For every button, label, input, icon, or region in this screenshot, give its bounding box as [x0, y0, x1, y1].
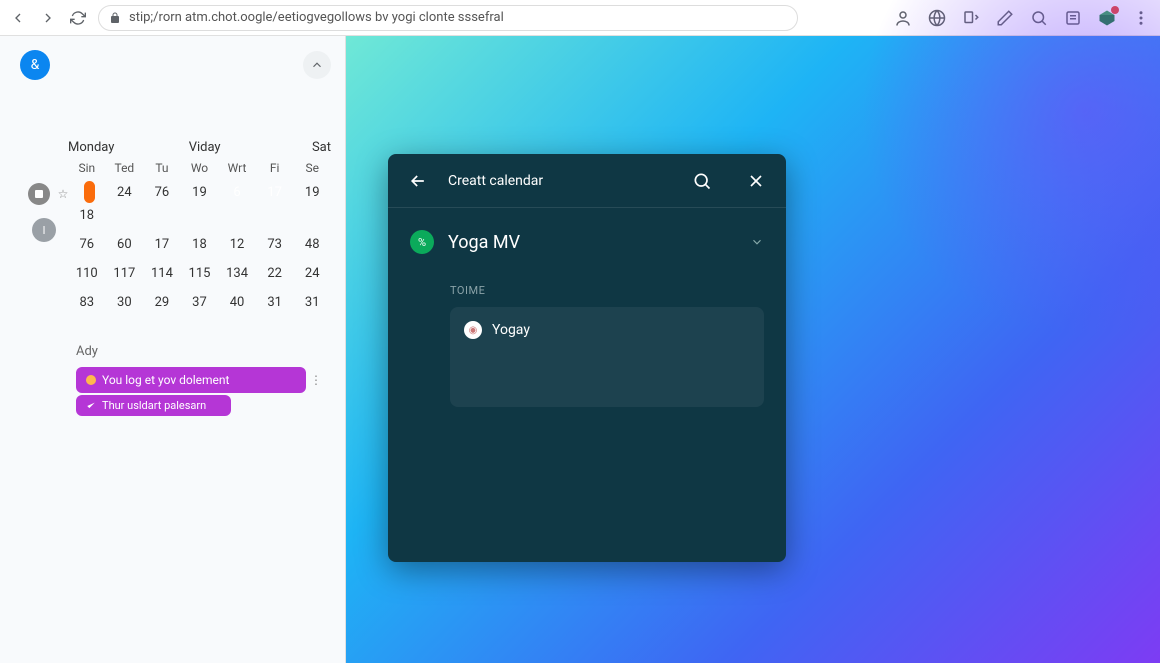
sidebar: & I Monday Viday Sat Sin Ted Tu Wo Wrt: [0, 36, 346, 663]
lock-icon: [109, 12, 121, 24]
day-header: Wo: [181, 161, 219, 175]
calendar-day[interactable]: 19: [293, 181, 331, 204]
calendar-day[interactable]: 29: [143, 291, 181, 314]
day-header: Se: [293, 161, 331, 175]
section-label-ady: Ady: [76, 344, 331, 359]
calendar-day[interactable]: 48: [293, 233, 331, 256]
calendar-day[interactable]: 31: [256, 291, 294, 314]
chevron-down-icon[interactable]: [750, 235, 764, 249]
browser-nav: [10, 10, 86, 26]
calendar-day[interactable]: 12: [218, 233, 256, 256]
calendar-day[interactable]: 115: [181, 262, 219, 285]
month-labels: Monday Viday Sat: [68, 140, 331, 155]
calendar-row: ☆ 24 76 19 6 17 19 18: [68, 181, 331, 227]
event-chip[interactable]: You log et yov dolement ⋮: [76, 367, 306, 393]
forward-icon[interactable]: [40, 10, 56, 26]
calendar-day[interactable]: 110: [68, 262, 106, 285]
event-title: You log et yov dolement: [102, 373, 229, 387]
day-header: Ted: [106, 161, 144, 175]
close-icon[interactable]: [746, 171, 766, 191]
calendar-row[interactable]: % Yoga MV: [410, 230, 764, 254]
modal-title: Creatt calendar: [448, 173, 672, 189]
month-label-mon: Monday: [68, 140, 114, 155]
range-highlight: [84, 181, 96, 203]
day-header: Tu: [143, 161, 181, 175]
calendar-day[interactable]: 17: [256, 181, 294, 204]
event-menu-icon[interactable]: ⋮: [310, 373, 322, 387]
calendar-day[interactable]: 73: [256, 233, 294, 256]
calendar-day[interactable]: 17: [143, 233, 181, 256]
calendar-day[interactable]: 114: [143, 262, 181, 285]
user-avatar-icon: ◉: [464, 321, 482, 339]
calendar-day[interactable]: 22: [256, 262, 294, 285]
star-icon[interactable]: ☆: [52, 183, 74, 205]
back-icon[interactable]: [10, 10, 26, 26]
modal-body: % Yoga MV TOIME ◉ Yogay: [388, 208, 786, 429]
calendar-day[interactable]: 117: [106, 262, 144, 285]
calendar-day[interactable]: 19: [181, 181, 219, 204]
day-header: Wrt: [218, 161, 256, 175]
reload-icon[interactable]: [70, 10, 86, 26]
user-row: ◉ Yogay: [464, 321, 750, 339]
event-sub-icon: [86, 401, 96, 411]
calendar-row: 83 30 29 37 40 31 31: [68, 291, 331, 314]
calendar-day[interactable]: 76: [68, 233, 106, 256]
back-icon[interactable]: [408, 171, 428, 191]
month-label-vid: Viday: [187, 140, 223, 155]
content-area: Creatt calendar % Yoga MV TOIME: [346, 36, 1160, 663]
calendar-day[interactable]: 31: [293, 291, 331, 314]
day-headers: Sin Ted Tu Wo Wrt Fi Se: [68, 161, 331, 175]
calendar-day[interactable]: 60: [106, 233, 144, 256]
sidebar-avatar[interactable]: &: [20, 50, 50, 80]
row-marker-2: [28, 183, 50, 205]
calendar-name: Yoga MV: [448, 232, 736, 253]
calendar-day[interactable]: 24: [293, 262, 331, 285]
row-marker-1: I: [32, 218, 56, 242]
search-icon[interactable]: [692, 171, 712, 191]
calendar-row: 76 60 17 18 12 73 48: [68, 233, 331, 256]
calendar-badge-icon: %: [410, 230, 434, 254]
calendar-day[interactable]: 83: [68, 291, 106, 314]
calendar-day[interactable]: 40: [218, 291, 256, 314]
calendar-day[interactable]: 18: [181, 233, 219, 256]
calendar-day[interactable]: 76: [143, 181, 181, 204]
month-label-sat: Sat: [295, 140, 331, 155]
address-bar[interactable]: stip;/rorn atm.chot.oogle/eetiogvegollow…: [98, 5, 798, 31]
day-header: Fi: [256, 161, 294, 175]
url-text: stip;/rorn atm.chot.oogle/eetiogvegollow…: [129, 10, 504, 25]
user-name: Yogay: [492, 322, 530, 338]
calendar-day[interactable]: 24: [106, 181, 144, 204]
sidebar-top: &: [20, 50, 331, 80]
calendar-header: I Monday Viday Sat Sin Ted Tu Wo Wrt Fi …: [20, 140, 331, 320]
calendar-day[interactable]: 37: [181, 291, 219, 314]
calendar-day[interactable]: 134: [218, 262, 256, 285]
modal-header: Creatt calendar: [388, 154, 786, 208]
event-sub-title: Thur usldart palesarn: [102, 399, 206, 412]
event-dot-icon: [86, 375, 96, 385]
calendar-day[interactable]: 6: [218, 181, 256, 204]
section-label: TOIME: [450, 284, 764, 297]
calendar-day[interactable]: 18: [68, 204, 106, 227]
create-calendar-modal: Creatt calendar % Yoga MV TOIME: [388, 154, 786, 562]
event-sub-chip[interactable]: Thur usldart palesarn: [76, 395, 231, 416]
calendar-row: 110 117 114 115 134 22 24: [68, 262, 331, 285]
main-area: & I Monday Viday Sat Sin Ted Tu Wo Wrt: [0, 36, 1160, 663]
day-header: Sin: [68, 161, 106, 175]
calendar-day[interactable]: 30: [106, 291, 144, 314]
user-box[interactable]: ◉ Yogay: [450, 307, 764, 407]
collapse-icon[interactable]: [303, 51, 331, 79]
